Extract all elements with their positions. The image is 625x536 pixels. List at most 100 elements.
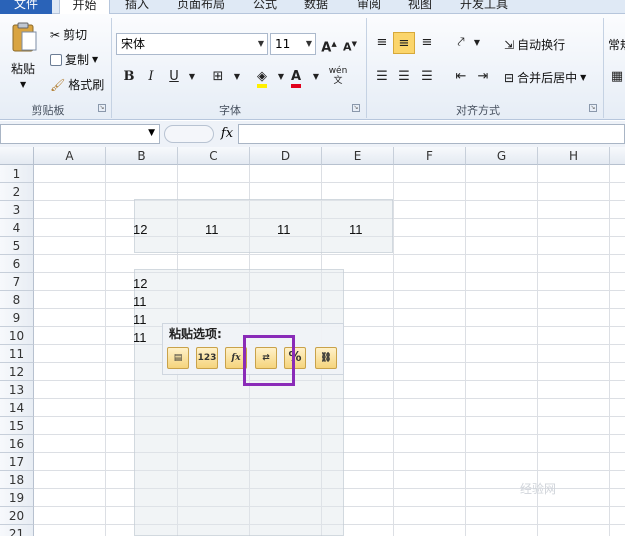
bold-button[interactable]: B <box>118 66 140 88</box>
font-color-dropdown-icon[interactable]: ▼ <box>305 66 327 88</box>
paste-default-icon[interactable]: ▤ <box>167 347 189 369</box>
row-header[interactable]: 3 <box>0 201 34 219</box>
merge-center-button[interactable]: ⊟ 合并后居中 ▼ <box>504 69 586 86</box>
tab-file[interactable]: 文件 <box>0 0 52 14</box>
row-header[interactable]: 17 <box>0 453 34 471</box>
row-header[interactable]: 2 <box>0 183 34 201</box>
row-header[interactable]: 10 <box>0 327 34 345</box>
row-header[interactable]: 4 <box>0 219 34 237</box>
row-header[interactable]: 21 <box>0 525 34 536</box>
copy-icon <box>50 53 62 66</box>
borders-dropdown-icon[interactable]: ▼ <box>226 66 248 88</box>
row-header[interactable]: 14 <box>0 399 34 417</box>
font-launcher-icon[interactable]: ↘ <box>352 104 360 112</box>
underline-dropdown-icon[interactable]: ▼ <box>181 66 203 88</box>
column-header-h[interactable]: H <box>538 147 610 165</box>
shrink-font-button[interactable]: A▼ <box>339 33 361 55</box>
column-header-b[interactable]: B <box>106 147 178 165</box>
cell-b4[interactable]: 12 <box>133 221 147 239</box>
tab-developer[interactable]: 开发工具 <box>460 0 508 14</box>
copy-button[interactable]: 复制 ▼ <box>50 51 98 68</box>
font-color-icon[interactable]: A <box>285 66 307 88</box>
column-header-i[interactable] <box>610 147 625 165</box>
tab-page-layout[interactable]: 页面布局 <box>177 0 225 14</box>
row-header[interactable]: 16 <box>0 435 34 453</box>
cell-b8[interactable]: 11 <box>133 293 147 311</box>
merge-center-label: 合并后居中 <box>517 71 578 85</box>
row-header[interactable]: 13 <box>0 381 34 399</box>
align-middle-icon[interactable]: ≡ <box>393 32 415 54</box>
formula-resize-handle[interactable] <box>164 125 214 143</box>
cut-button[interactable]: ✂ 剪切 <box>50 26 87 43</box>
ribbon-tab-bar: 文件 开始 插入 页面布局 公式 数据 审阅 视图 开发工具 <box>0 0 625 15</box>
phonetic-label: wén <box>328 66 348 76</box>
copy-label: 复制 <box>65 53 90 67</box>
row-header[interactable]: 1 <box>0 165 34 183</box>
paste-button[interactable]: 粘贴 <box>11 60 35 77</box>
row-header[interactable]: 7 <box>0 273 34 291</box>
tab-home[interactable]: 开始 <box>59 0 110 15</box>
italic-button[interactable]: I <box>140 66 162 88</box>
format-painter-button[interactable]: 🖌 格式刷 <box>50 76 104 93</box>
row-header[interactable]: 6 <box>0 255 34 273</box>
wrap-text-button[interactable]: ⇲ 自动换行 <box>504 36 565 53</box>
tab-formulas[interactable]: 公式 <box>253 0 277 14</box>
increase-indent-icon[interactable]: ⇥ <box>472 66 494 88</box>
font-name-combo[interactable]: 宋体 ▼ <box>116 33 268 55</box>
row-header[interactable]: 5 <box>0 237 34 255</box>
tab-view[interactable]: 视图 <box>408 0 432 14</box>
align-bottom-icon[interactable]: ≡ <box>416 32 438 54</box>
clipboard-launcher-icon[interactable]: ↘ <box>98 104 106 112</box>
tab-insert[interactable]: 插入 <box>125 0 149 14</box>
column-header-e[interactable]: E <box>322 147 394 165</box>
cell-d4[interactable]: 11 <box>277 221 291 239</box>
column-header-a[interactable]: A <box>34 147 106 165</box>
alignment-launcher-icon[interactable]: ↘ <box>589 104 597 112</box>
phonetic-button[interactable]: wén 文 <box>327 66 349 88</box>
cell-c4[interactable]: 11 <box>205 221 219 239</box>
brush-icon: 🖌 <box>50 77 66 92</box>
grow-font-button[interactable]: A▲ <box>318 33 340 55</box>
row-header[interactable]: 8 <box>0 291 34 309</box>
selection-shadow-paste <box>134 269 344 536</box>
cell-b10[interactable]: 11 <box>133 329 147 347</box>
tab-data[interactable]: 数据 <box>304 0 328 14</box>
font-name-value: 宋体 <box>121 37 146 51</box>
chevron-down-icon: ▼ <box>148 128 155 138</box>
decrease-indent-icon[interactable]: ⇤ <box>450 66 472 88</box>
tab-review[interactable]: 审阅 <box>357 0 381 14</box>
insert-function-icon[interactable]: fx <box>218 124 236 144</box>
row-header[interactable]: 11 <box>0 345 34 363</box>
align-right-icon[interactable]: ☰ <box>416 66 438 88</box>
select-all-corner[interactable] <box>0 147 34 165</box>
row-header[interactable]: 18 <box>0 471 34 489</box>
orientation-dropdown-icon[interactable]: ▼ <box>466 32 488 54</box>
font-group-label: 字体 <box>219 104 241 117</box>
paste-values-icon[interactable]: 123 <box>196 347 218 369</box>
chevron-down-icon: ▼ <box>257 39 264 48</box>
cell-b9[interactable]: 11 <box>133 311 147 329</box>
currency-icon[interactable]: ▦ <box>606 66 625 88</box>
align-top-icon[interactable]: ≡ <box>371 32 393 54</box>
cell-b7[interactable]: 12 <box>133 275 147 293</box>
column-header-c[interactable]: C <box>178 147 250 165</box>
row-header[interactable]: 20 <box>0 507 34 525</box>
align-left-icon[interactable]: ☰ <box>371 66 393 88</box>
row-header[interactable]: 19 <box>0 489 34 507</box>
name-box[interactable]: ▼ <box>0 124 160 144</box>
row-header[interactable]: 12 <box>0 363 34 381</box>
column-header-f[interactable]: F <box>394 147 466 165</box>
number-format-combo[interactable]: 常规 <box>608 36 625 53</box>
row-header[interactable]: 9 <box>0 309 34 327</box>
column-header-d[interactable]: D <box>250 147 322 165</box>
paste-dropdown-icon[interactable]: ▼ <box>20 80 26 89</box>
align-center-icon[interactable]: ☰ <box>393 66 415 88</box>
column-header-g[interactable]: G <box>466 147 538 165</box>
ribbon: 粘贴 ▼ ✂ 剪切 复制 ▼ 🖌 格式刷 剪贴板 ↘ 宋体 ▼ 11 ▼ A▲ A▼ B … <box>0 14 625 120</box>
paste-link-icon[interactable]: ⛓ <box>315 347 337 369</box>
font-size-combo[interactable]: 11 ▼ <box>270 33 316 55</box>
paste-icon[interactable] <box>10 22 38 54</box>
cell-e4[interactable]: 11 <box>349 221 363 239</box>
row-header[interactable]: 15 <box>0 417 34 435</box>
formula-input[interactable] <box>238 124 625 144</box>
